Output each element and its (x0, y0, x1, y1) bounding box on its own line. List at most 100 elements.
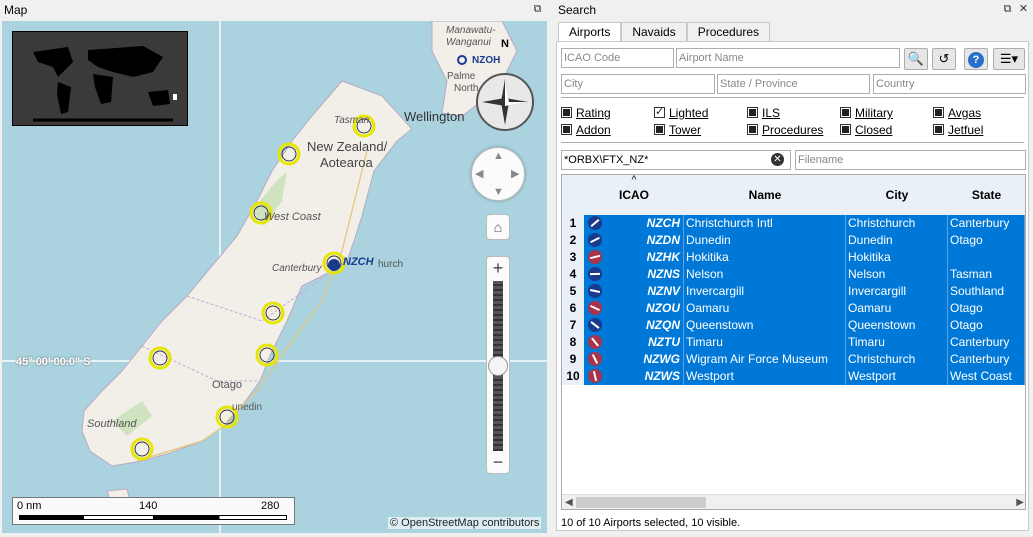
tab-procedures[interactable]: Procedures (686, 22, 771, 42)
cell-name: Christchurch Intl (684, 215, 846, 232)
cell-city: Dunedin (846, 232, 948, 249)
cell-state: Tasman (948, 266, 1025, 283)
checkbox-tower[interactable]: Tower (654, 123, 701, 137)
checkbox-jetfuel[interactable]: Jetfuel (933, 123, 983, 137)
region-label-tasman: Tasman (334, 115, 370, 126)
path-filter-field[interactable]: *ORBX\FTX_NZ* (561, 150, 791, 170)
results-table[interactable]: ^ ICAO Name City State 1 NZCH Christchurch… (561, 174, 1026, 510)
table-row[interactable]: 9 NZWG Wigram Air Force Museum Christchurch… (562, 351, 1025, 368)
zoom-out-icon[interactable]: − (487, 451, 509, 473)
table-row[interactable]: 1 NZCH Christchurch Intl Christchurch Canter… (562, 215, 1025, 232)
checkbox-rating[interactable]: Rating (561, 106, 611, 120)
column-header-icao[interactable]: ^ ICAO (584, 175, 684, 215)
separator (561, 142, 1024, 143)
state-field[interactable]: State / Province (717, 74, 870, 94)
cell-icao: NZTU (584, 334, 684, 351)
column-header-city[interactable]: City (846, 175, 948, 215)
scrollbar-thumb[interactable] (576, 497, 706, 508)
table-row[interactable]: 8 NZTU Timaru Timaru Canterbury (562, 334, 1025, 351)
row-number: 3 (562, 249, 584, 266)
cell-name: Westport (684, 368, 846, 385)
icao-text: NZTU (648, 335, 680, 349)
table-row[interactable]: 3 NZHK Hokitika Hokitika (562, 249, 1025, 266)
pan-down-icon[interactable]: ▼ (493, 187, 504, 198)
airport-name-field[interactable]: Airport Name (676, 48, 900, 68)
checkbox-addon[interactable]: Addon (561, 123, 611, 137)
cell-state: Otago (948, 232, 1025, 249)
filename-field[interactable]: Filename (795, 150, 1026, 170)
cell-city: Hokitika (846, 249, 948, 266)
unlit-airport-icon (588, 250, 602, 264)
scale-line (19, 515, 287, 520)
world-overview-map (33, 46, 177, 122)
map-title: Map (4, 3, 28, 17)
overview-map[interactable] (12, 31, 188, 126)
row-number: 1 (562, 215, 584, 232)
civil-airport-icon (588, 216, 602, 230)
cell-state: Otago (948, 300, 1025, 317)
table-row[interactable]: 7 NZQN Queenstown Queenstown Otago (562, 317, 1025, 334)
cell-icao: NZWS (584, 368, 684, 385)
zoom-in-icon[interactable]: + (487, 257, 509, 279)
map-canvas[interactable]: New Zealand/ Aotearoa Wellington Canterb… (2, 21, 547, 533)
checkbox-closed[interactable]: Closed (840, 123, 892, 137)
cell-state: West Coast (948, 368, 1025, 385)
home-icon[interactable]: ⌂ (486, 214, 510, 240)
menu-icon[interactable]: ☰▾ (993, 48, 1025, 70)
cell-name: Oamaru (684, 300, 846, 317)
checkbox-military[interactable]: Military (840, 106, 893, 120)
tab-airports[interactable]: Airports (558, 22, 622, 42)
row-number: 5 (562, 283, 584, 300)
pan-control[interactable]: ▲ ▼ ◀ ▶ (471, 147, 525, 201)
column-header-name[interactable]: Name (684, 175, 846, 215)
float-panel-icon[interactable]: ⧉ (1001, 3, 1014, 16)
reset-search-icon[interactable]: ↺ (932, 48, 956, 70)
zoom-slider[interactable]: + − (486, 256, 510, 474)
column-header-state[interactable]: State (948, 175, 1025, 215)
clear-field-icon[interactable]: ✕ (771, 153, 784, 166)
cell-city: Oamaru (846, 300, 948, 317)
checkbox-procedures[interactable]: Procedures (747, 123, 823, 137)
checkbox-avgas[interactable]: Avgas (933, 106, 981, 120)
row-number: 9 (562, 351, 584, 368)
icao-text: NZHK (646, 250, 680, 264)
scroll-left-icon[interactable]: ◀ (565, 495, 573, 509)
checkbox-lighted[interactable]: Lighted (654, 105, 708, 120)
table-row[interactable]: 4 NZNS Nelson Nelson Tasman (562, 266, 1025, 283)
sort-indicator-icon: ^ (631, 174, 637, 184)
map-attribution[interactable]: © OpenStreetMap contributors (388, 517, 542, 529)
tab-navaids[interactable]: Navaids (621, 22, 687, 42)
float-panel-icon[interactable]: ⧉ (531, 3, 544, 16)
region-label-southland: Southland (87, 418, 137, 430)
table-row[interactable]: 2 NZDN Dunedin Dunedin Otago (562, 232, 1025, 249)
military-airport-icon (588, 352, 602, 366)
city-label-dunedin: unedin (232, 402, 263, 413)
unlit-airport-icon (588, 301, 602, 315)
pan-right-icon[interactable]: ▶ (511, 169, 519, 180)
cell-icao: NZNS (584, 266, 684, 283)
country-field[interactable]: Country (873, 74, 1026, 94)
icao-code-field[interactable]: ICAO Code (561, 48, 674, 68)
horizontal-scrollbar[interactable]: ◀ ▶ (562, 494, 1025, 509)
table-row[interactable]: 6 NZOU Oamaru Oamaru Otago (562, 300, 1025, 317)
table-row[interactable]: 10 NZWS Westport Westport West Coast (562, 368, 1025, 385)
checkbox-ils[interactable]: ILS (747, 106, 780, 120)
civil-airport-icon (588, 233, 602, 247)
row-number: 7 (562, 317, 584, 334)
pan-up-icon[interactable]: ▲ (493, 151, 504, 162)
compass-rose-icon (476, 73, 534, 131)
cell-state: Canterbury (948, 351, 1025, 368)
cell-city: Christchurch (846, 215, 948, 232)
zoom-handle[interactable] (488, 356, 508, 376)
table-row[interactable]: 5 NZNV Invercargill Invercargill Southland (562, 283, 1025, 300)
cell-icao: NZCH (584, 215, 684, 232)
help-icon[interactable]: ? (964, 48, 988, 70)
icao-text: NZWG (643, 352, 680, 366)
scroll-right-icon[interactable]: ▶ (1016, 495, 1024, 509)
region-label-west-coast: West Coast (264, 211, 321, 223)
cell-city: Nelson (846, 266, 948, 283)
city-field[interactable]: City (561, 74, 715, 94)
close-icon[interactable]: ✕ (1017, 3, 1030, 16)
pan-left-icon[interactable]: ◀ (475, 169, 483, 180)
search-options-icon[interactable]: 🔍 (904, 48, 928, 70)
